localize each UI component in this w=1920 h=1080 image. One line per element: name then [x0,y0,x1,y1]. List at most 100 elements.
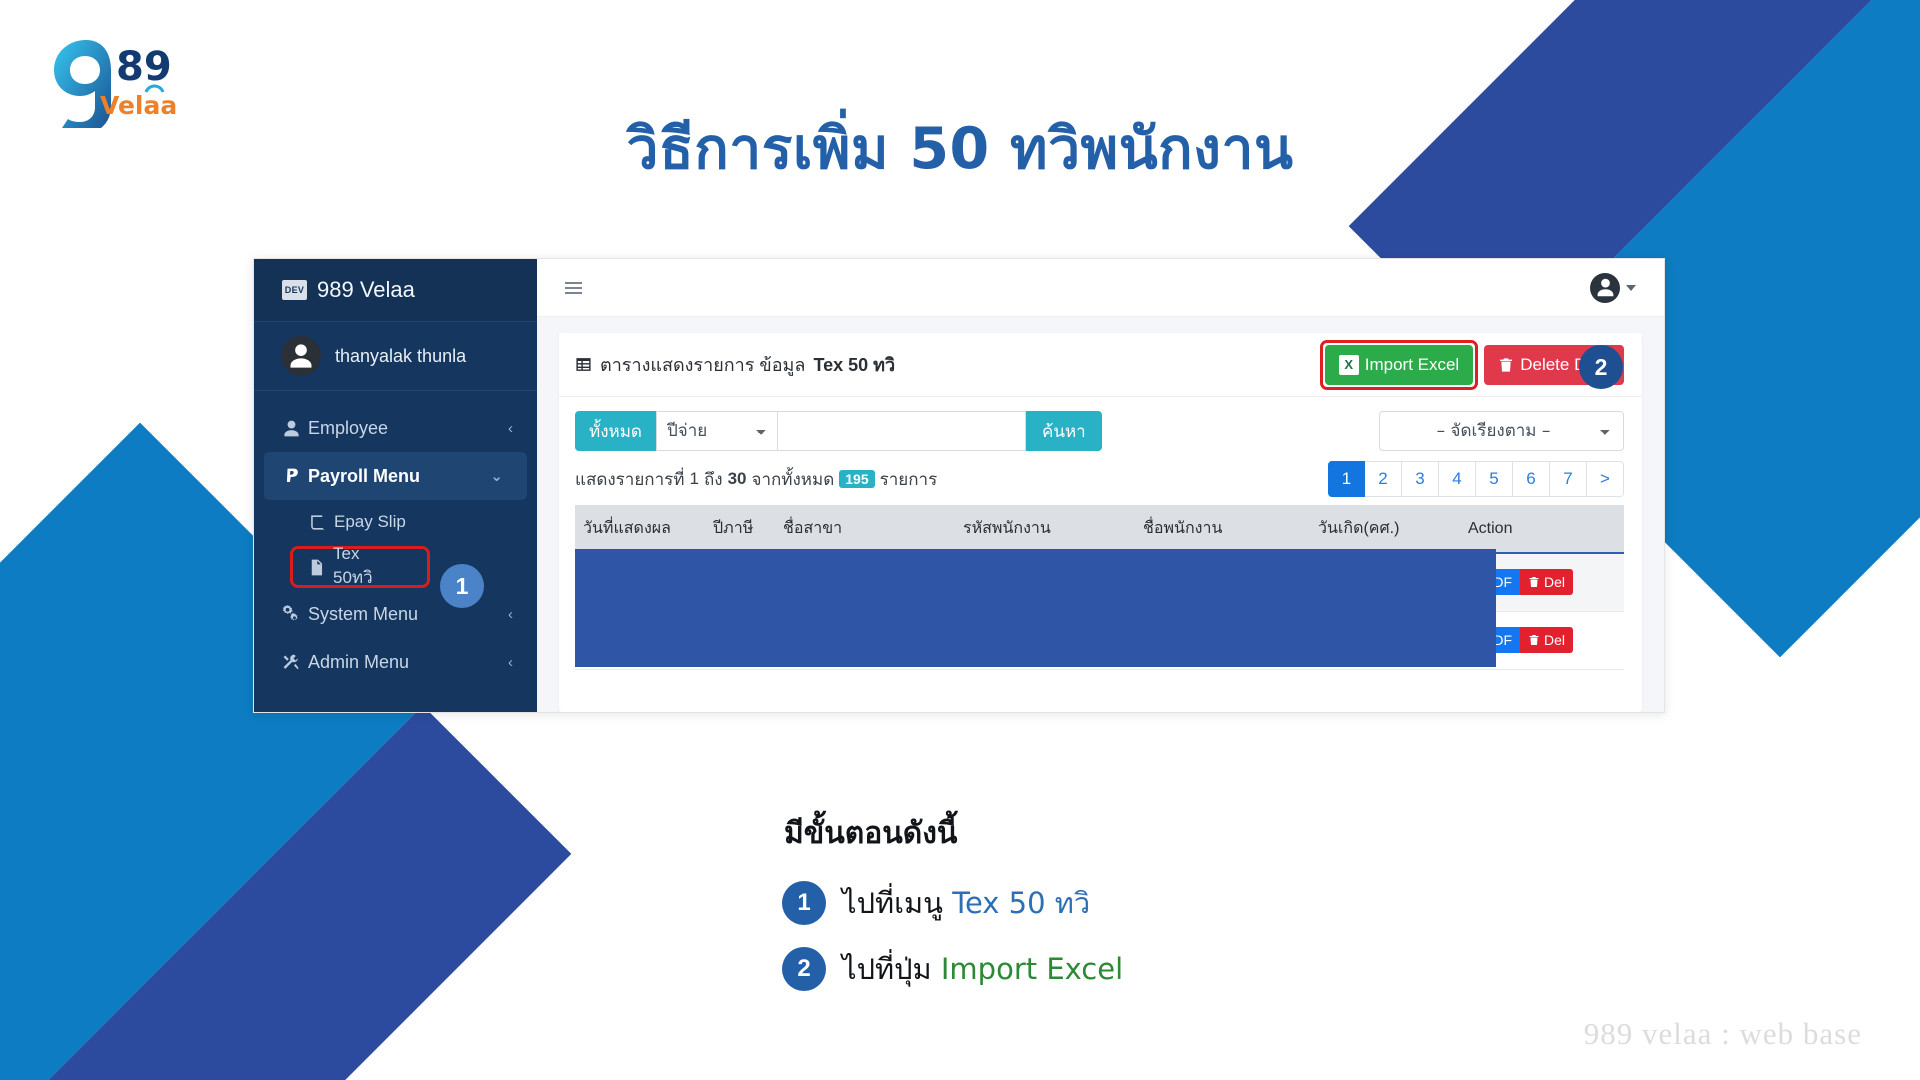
app-topbar [537,259,1664,317]
record-count-text: แสดงรายการที่ 1 ถึง 30 จากทั้งหมด 195 รา… [575,466,937,493]
info-suffix: รายการ [879,469,938,489]
info-of-label: จากทั้งหมด [751,469,835,489]
sidebar-item-label: Admin Menu [308,651,410,672]
column-header: ปีภาษี [705,505,775,554]
import-excel-label: Import Excel [1364,354,1460,374]
delete-label: Del [1544,574,1566,591]
info-prefix: แสดงรายการที่ [575,469,685,489]
chevron-left-icon: ‹ [508,653,513,671]
footer-watermark: 989 velaa : web base [1583,1016,1862,1051]
paypal-icon [282,467,308,486]
delete-label: Del [1544,632,1566,648]
sidebar-item-epay-slip[interactable]: Epay Slip [280,500,537,544]
trash-icon [1498,356,1514,374]
year-select[interactable]: ปีจ่าย [655,411,778,451]
column-header: Action [1460,505,1624,554]
step-text-highlight: Tex 50 ทวิ [952,886,1091,920]
info-from: 1 [689,469,699,488]
panel-title: ตารางแสดงรายการ ข้อมูล Tex 50 ทวิ [575,350,895,379]
sidebar-submenu: Epay Slip Tex 50ทวิ [254,500,537,588]
sidebar-item-system-menu[interactable]: System Menu ‹ [254,590,537,638]
stripe-dark [0,705,572,1080]
table-wrapper: วันที่แสดงผล ปีภาษี ชื่อสาขา รหัสพนักงาน… [559,505,1642,712]
info-row: แสดงรายการที่ 1 ถึง 30 จากทั้งหมด 195 รา… [559,461,1642,505]
hamburger-icon[interactable] [565,281,582,294]
page-button-2[interactable]: 2 [1365,461,1402,497]
info-middle: ถึง [703,469,723,489]
receipt-icon [308,513,334,532]
panel-actions: 2 X Import Excel Delete Data [1319,339,1624,390]
step-item: 2 ไปที่ปุ่ม Import Excel [782,946,1123,992]
sidebar-item-admin-menu[interactable]: Admin Menu ‹ [254,638,537,686]
sidebar-item-label: Tex 50ทวิ [333,543,373,587]
page-button-6[interactable]: 6 [1513,461,1550,497]
sidebar-brand-label: 989 Velaa [317,277,415,302]
caret-down-icon [1626,284,1636,291]
sidebar-item-label: Epay Slip [334,512,406,531]
pagination: 1 2 3 4 5 6 7 > [1328,461,1624,497]
steps-list: 1 ไปที่เมนู Tex 50 ทวิ 2 ไปที่ปุ่ม Impor… [782,880,1123,1012]
page-button-5[interactable]: 5 [1476,461,1513,497]
app-content: ตารางแสดงรายการ ข้อมูล Tex 50 ทวิ 2 X Im… [537,259,1664,712]
page-title: วิธีการเพิ่ม 50 ทวิพนักงาน [626,116,1294,182]
delete-row-button[interactable]: Del [1520,627,1574,653]
sidebar-item-label: System Menu [308,603,419,624]
panel-title-strong: Tex 50 ทวิ [813,355,896,375]
avatar [281,336,321,376]
topbar-user-menu[interactable] [1590,272,1636,303]
sidebar-item-label: Employee [308,417,389,438]
tools-icon [282,653,308,672]
filter-all-button[interactable]: ทั้งหมด [575,411,656,451]
search-button[interactable]: ค้นหา [1025,411,1102,451]
page-next-button[interactable]: > [1587,461,1624,497]
total-count-badge: 195 [839,470,875,488]
sidebar-item-employee[interactable]: Employee ‹ [254,404,537,452]
sidebar-menu: Employee ‹ Payroll Menu ⌄ Epay Slip Tex … [254,391,537,686]
page-button-1[interactable]: 1 [1328,461,1365,497]
step-item: 1 ไปที่เมนู Tex 50 ทวิ [782,880,1123,926]
column-header: วันที่แสดงผล [575,505,705,554]
sidebar-brand[interactable]: DEV 989 Velaa [254,259,537,321]
panel-title-prefix: ตารางแสดงรายการ ข้อมูล [600,355,806,375]
step-number: 1 [782,881,826,925]
data-panel: ตารางแสดงรายการ ข้อมูล Tex 50 ทวิ 2 X Im… [559,333,1642,712]
search-input[interactable] [777,411,1026,451]
filter-row: ทั้งหมด ปีจ่าย ค้นหา – จัดเรียงตาม – [559,397,1642,461]
step-text: ไปที่เมนู Tex 50 ทวิ [842,880,1090,926]
trash-icon [1528,633,1540,647]
page-button-4[interactable]: 4 [1439,461,1476,497]
chevron-down-icon: ⌄ [490,468,503,485]
column-header: รหัสพนักงาน [955,505,1135,554]
file-icon [307,558,333,577]
sidebar-item-tex-50-thawi[interactable]: Tex 50ทวิ [290,543,430,588]
slide-root: 89 Velaa วิธีการเพิ่ม 50 ทวิพนักงาน DEV … [0,0,1920,1080]
step-text-highlight: Import Excel [940,952,1124,986]
sort-select[interactable]: – จัดเรียงตาม – [1379,411,1624,451]
column-header: วันเกิด(คศ.) [1310,505,1460,554]
page-button-7[interactable]: 7 [1550,461,1587,497]
table-icon [575,356,592,373]
user-icon [282,419,308,438]
import-excel-highlight: X Import Excel [1319,339,1479,390]
steps-heading: มีขั้นตอนดังนี้ [784,816,958,851]
sidebar-item-payroll-menu[interactable]: Payroll Menu ⌄ [264,452,527,500]
panel-header: ตารางแสดงรายการ ข้อมูล Tex 50 ทวิ 2 X Im… [559,333,1642,397]
table-head: วันที่แสดงผล ปีภาษี ชื่อสาขา รหัสพนักงาน… [575,505,1624,554]
column-header: ชื่อสาขา [775,505,955,554]
sidebar-user[interactable]: thanyalak thunla [254,321,537,391]
sort-wrapper: – จัดเรียงตาม – [1379,411,1624,451]
step-badge-1: 1 [440,564,484,608]
sidebar-username: thanyalak thunla [335,345,467,366]
chevron-left-icon: ‹ [508,419,513,437]
redaction-overlay [575,549,1496,667]
delete-row-button[interactable]: Del [1520,569,1574,596]
step-text: ไปที่ปุ่ม Import Excel [842,946,1123,992]
import-excel-button[interactable]: X Import Excel [1324,344,1474,385]
step-text-plain: ไปที่เมนู [842,886,943,920]
user-avatar-icon [1590,272,1620,303]
step-badge-2: 2 [1579,345,1623,389]
trash-icon [1528,575,1540,589]
dev-badge: DEV [282,280,307,300]
excel-icon: X [1338,354,1359,375]
page-button-3[interactable]: 3 [1402,461,1439,497]
